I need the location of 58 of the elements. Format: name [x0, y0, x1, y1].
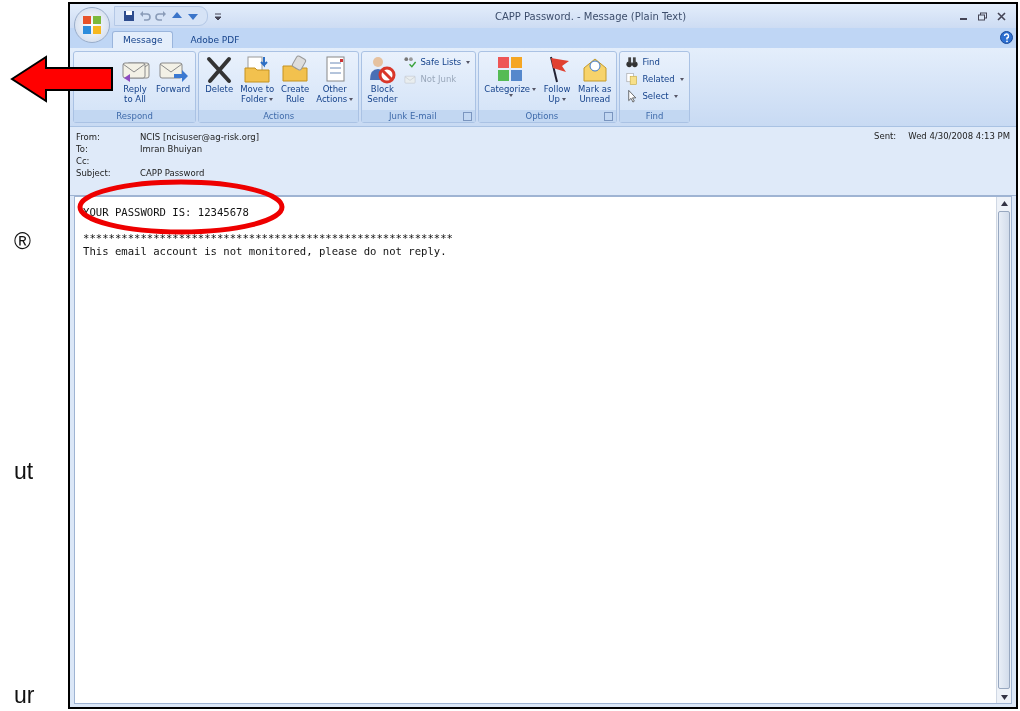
ribbon-button[interactable]: Related: [623, 71, 686, 87]
ribbon-button[interactable]: Block Sender: [365, 54, 400, 104]
field-value: Imran Bhuiyan: [140, 144, 203, 154]
ribbon-button[interactable]: Delete: [202, 54, 237, 94]
ribbon-button[interactable]: Other Actions: [314, 54, 356, 104]
customize-menu-icon[interactable]: [214, 11, 222, 21]
slide-text: ®: [13, 228, 32, 254]
binoculars-icon: [625, 55, 640, 69]
ribbon-button[interactable]: Find: [623, 54, 686, 70]
ribbon-button[interactable]: Select: [623, 88, 686, 104]
folder-tag-icon: [280, 54, 311, 84]
ribbon-button[interactable]: Move to Folder: [238, 54, 277, 104]
group-label: Respond: [115, 111, 154, 121]
field-value: CAPP Password: [140, 168, 205, 178]
undo-icon[interactable]: [139, 10, 151, 22]
window-title: CAPP Password. - Message (Plain Text): [493, 10, 688, 22]
group-label: Options: [524, 111, 560, 121]
field-value: NCIS [ncisuser@ag-risk.org]: [140, 132, 259, 142]
field-label: Subject:: [76, 168, 112, 178]
slide-text: ut: [13, 458, 35, 484]
field-label: From:: [76, 132, 101, 142]
separator-line: **********************************************************: [83, 232, 454, 245]
ribbon-button[interactable]: Safe Lists: [401, 54, 473, 70]
windows-logo-icon: [82, 15, 102, 35]
group-label: Actions: [262, 111, 296, 121]
dialog-launcher-icon[interactable]: [604, 111, 614, 121]
ribbon-tab[interactable]: Adobe PDF: [179, 31, 251, 48]
scroll-up-icon[interactable]: [1000, 200, 1008, 206]
ribbon-tab[interactable]: Message: [112, 31, 174, 48]
ribbon-button[interactable]: Categorize: [482, 54, 539, 97]
group-label: Find: [644, 111, 665, 121]
password-line: YOUR PASSWORD IS: 12345678: [83, 206, 250, 219]
ribbon-button[interactable]: Reply to All: [118, 54, 152, 104]
sent-label: Sent:: [874, 131, 897, 143]
office-button[interactable]: [74, 7, 110, 43]
help-icon[interactable]: [1000, 31, 1013, 44]
ribbon-button[interactable]: Follow Up: [540, 54, 575, 104]
person-block-icon: [367, 54, 398, 84]
vertical-scrollbar[interactable]: [996, 197, 1011, 703]
ribbon-button[interactable]: Mark as Unread: [576, 54, 614, 104]
ribbon-button[interactable]: Forward: [154, 54, 193, 94]
documents-icon: [625, 72, 640, 86]
slide-text: ur: [13, 682, 36, 708]
scroll-down-icon[interactable]: [1000, 694, 1008, 700]
field-label: To:: [76, 144, 89, 154]
close-icon[interactable]: [997, 11, 1006, 21]
group-label: Junk E-mail: [387, 111, 438, 121]
folder-arrow-icon: [242, 54, 273, 84]
field-label: Cc:: [76, 156, 91, 166]
scrollbar-thumb[interactable]: [998, 211, 1010, 689]
save-icon[interactable]: [123, 10, 135, 22]
redo-icon[interactable]: [155, 10, 167, 22]
notice-text: This email account is not monitored, please do not reply.: [83, 245, 448, 258]
dialog-launcher-icon[interactable]: [463, 111, 473, 121]
people-check-icon: [403, 55, 418, 69]
ribbon-button[interactable]: Create Rule: [278, 54, 313, 104]
sent-date: Wed 4/30/2008 4:13 PM: [908, 131, 1010, 143]
restore-icon[interactable]: [978, 11, 987, 21]
